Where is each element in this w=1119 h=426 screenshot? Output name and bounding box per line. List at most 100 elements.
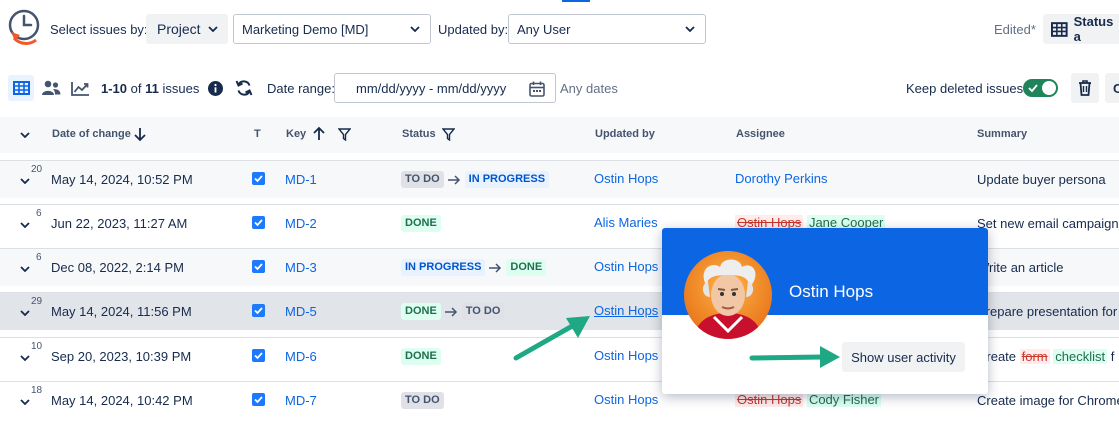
chart-view-button[interactable] [67,75,93,101]
updated-by-label: Updated by: [438,22,509,37]
updated-by-link[interactable]: Ostin Hops [594,392,658,407]
sort-asc-arrow-icon[interactable] [313,126,325,141]
change-date: May 14, 2024, 11:56 PM [51,304,192,319]
filter-icon[interactable] [338,128,351,141]
updated-by-link[interactable]: Ostin Hops [594,171,658,186]
date-range-input[interactable]: mm/dd/yyyy - mm/dd/yyyy [334,73,556,103]
edited-indicator: Edited* [994,22,1036,37]
trash-icon [1079,80,1091,96]
arrow-right-icon [489,263,502,273]
assignee-removed: Ostin Hops [735,392,804,407]
date-range-label: Date range: [267,81,335,96]
issue-key-link[interactable]: MD-7 [285,393,317,408]
status-from-lozenge: TO DO [401,171,444,189]
expand-row-chevron-icon[interactable] [20,355,30,361]
column-status[interactable]: Status [402,128,436,140]
show-user-activity-button[interactable]: Show user activity [842,342,965,372]
updated-by-select[interactable]: Any User [508,14,706,44]
calendar-icon[interactable] [529,81,545,97]
users-view-button[interactable] [38,75,64,101]
select-by-dropdown[interactable]: Project [146,14,228,44]
project-select-value: Marketing Demo [MD] [242,21,369,37]
change-date: Dec 08, 2022, 2:14 PM [51,260,184,275]
status-from-lozenge: DONE [401,303,441,321]
issue-key-link[interactable]: MD-1 [285,172,317,187]
status-to-lozenge: TO DO [461,303,505,321]
delete-button[interactable] [1071,73,1099,103]
refresh-icon[interactable] [235,79,253,97]
status-change: DONE [401,348,441,366]
column-date[interactable]: Date of change [52,128,131,140]
project-select[interactable]: Marketing Demo [MD] [233,14,431,44]
status-to-lozenge: IN PROGRESS [464,171,550,189]
expand-row-chevron-icon[interactable] [20,222,30,228]
task-type-icon [252,349,265,362]
status-button-label: Status a [1073,14,1114,44]
expand-all-chevron-icon[interactable] [20,132,30,138]
summary-text: Write an article [977,260,1064,275]
summary-change: Create form checklist f [977,349,1114,364]
column-assignee[interactable]: Assignee [736,128,785,140]
expand-row-chevron-icon[interactable] [20,310,30,316]
issue-key-link[interactable]: MD-6 [285,349,317,364]
change-date: May 14, 2024, 10:52 PM [51,172,193,187]
table-view-button[interactable] [8,75,34,101]
status-lozenge: DONE [401,348,441,366]
change-count: 10 [31,341,43,352]
avatar [684,251,772,339]
column-summary[interactable]: Summary [977,128,1027,140]
column-updated-by[interactable]: Updated by [595,128,655,140]
chevron-down-icon [208,26,218,32]
updated-by-link[interactable]: Alis Maries [594,215,658,230]
column-type[interactable]: T [254,128,261,140]
summary-added: checklist [1053,349,1108,364]
issues-count: 1-10 of 11 issues [101,81,199,96]
info-icon[interactable] [208,81,223,96]
issue-key-link[interactable]: MD-3 [285,260,317,275]
table-header: Date of change T Key Status Updated by A… [0,117,1119,153]
toggle-knob [1042,81,1056,95]
assignee-link[interactable]: Dorothy Perkins [735,171,827,186]
issue-key-link[interactable]: MD-2 [285,216,317,231]
chevron-down-icon [685,26,695,32]
task-type-icon [252,260,265,273]
issue-key-link[interactable]: MD-5 [285,304,317,319]
issues-count-range: 1-10 [101,81,128,96]
updated-by-link-hovered[interactable]: Ostin Hops [594,303,658,318]
summary-text: Prepare presentation for c [977,304,1119,319]
sort-desc-arrow-icon[interactable] [134,127,146,142]
change-count: 6 [36,208,42,219]
keep-deleted-toggle[interactable] [1023,79,1058,97]
table-row[interactable]: 20 May 14, 2024, 10:52 PM MD-1 TO DO IN P… [0,160,1119,198]
change-count: 20 [31,164,43,175]
filter-icon[interactable] [442,128,455,141]
trailing-button[interactable]: C [1105,73,1119,103]
filter-toolbar: Select issues by: Project Marketing Demo… [0,0,1119,58]
summary-removed: form [1019,349,1050,364]
chevron-down-icon [410,26,420,32]
expand-row-chevron-icon[interactable] [20,399,30,405]
change-date: May 14, 2024, 10:42 PM [51,393,193,408]
status-change: TO DO [401,392,444,410]
any-dates-label: Any dates [560,81,618,96]
expand-row-chevron-icon[interactable] [20,266,30,272]
issues-count-total: 11 [145,81,159,96]
table-grid-icon [12,81,30,95]
updated-by-select-value: Any User [517,21,571,37]
updated-by-link[interactable]: Ostin Hops [594,348,658,363]
status-change: TO DO IN PROGRESS [401,171,550,189]
status-lozenge: DONE [401,215,441,233]
change-date: Sep 20, 2023, 10:39 PM [51,349,192,364]
user-profile-card: Ostin Hops Show user activity [662,228,988,394]
summary-text: Create image for Chrome [977,393,1119,408]
history-clock-icon [8,9,40,45]
expand-row-chevron-icon[interactable] [20,178,30,184]
issues-count-of: of [127,81,146,96]
status-lozenge: TO DO [401,392,444,410]
updated-by-link[interactable]: Ostin Hops [594,259,658,274]
task-type-icon [252,304,265,317]
change-count: 18 [31,385,43,396]
change-count: 29 [31,296,43,307]
status-button[interactable]: Status a [1043,14,1119,44]
column-key[interactable]: Key [286,128,306,140]
